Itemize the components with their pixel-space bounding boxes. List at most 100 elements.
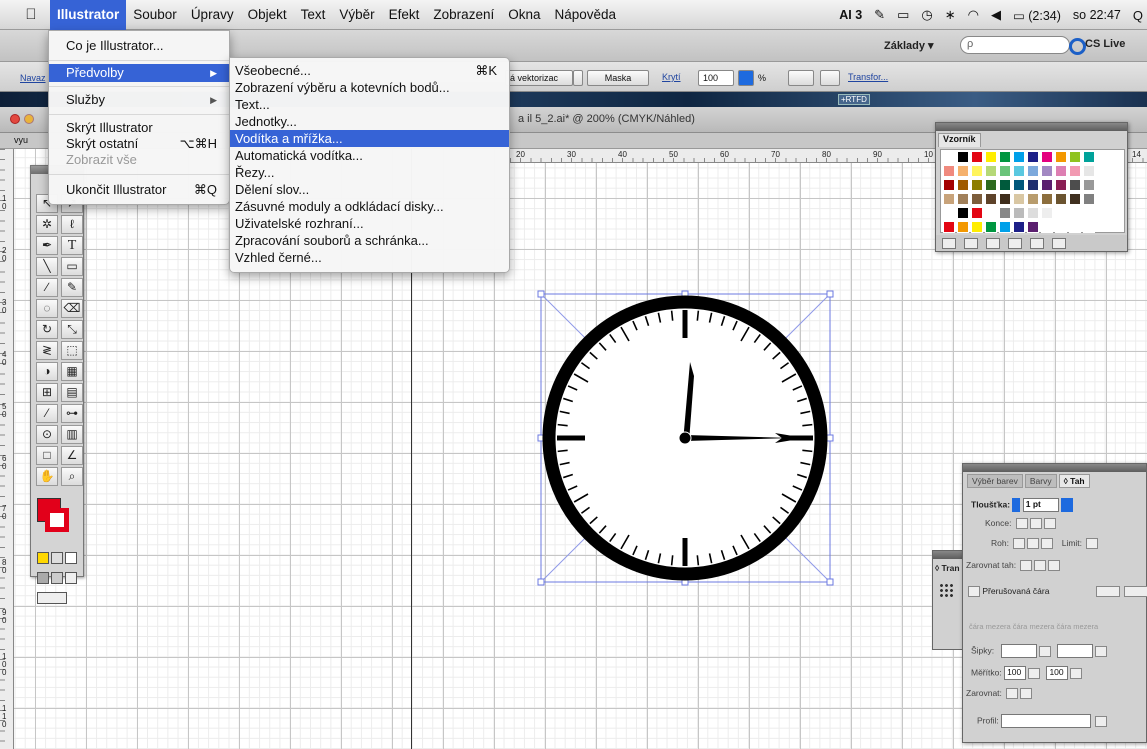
- tab-vzornik[interactable]: Vzorník: [938, 133, 981, 147]
- gradient-tool-icon[interactable]: ▤: [61, 383, 83, 402]
- menu-item-services[interactable]: Služby ▶: [49, 91, 229, 109]
- wifi-icon[interactable]: ◠: [968, 7, 979, 23]
- dash-align-icon[interactable]: [1124, 586, 1147, 598]
- bevel-join-icon[interactable]: [1041, 538, 1054, 550]
- panel-header[interactable]: [933, 551, 963, 559]
- menu-item-selection-display[interactable]: Zobrazení výběru a kotevních bodů...: [230, 79, 509, 96]
- transform-link[interactable]: Transfor...: [848, 72, 888, 82]
- stroke-swatch[interactable]: [45, 508, 69, 532]
- color-swatch[interactable]: [1055, 179, 1067, 191]
- color-swatch[interactable]: [985, 179, 997, 191]
- document-tab[interactable]: vyu: [14, 135, 28, 145]
- eyedropper-tool-icon[interactable]: ⁄: [36, 404, 58, 423]
- new-swatch-icon[interactable]: [1030, 237, 1044, 249]
- eraser-tool-icon[interactable]: ⌫: [61, 299, 83, 318]
- menu-zobrazeni[interactable]: Zobrazení: [426, 0, 501, 30]
- reference-point-icon[interactable]: [939, 583, 953, 597]
- align-center-icon[interactable]: [1020, 560, 1033, 572]
- menu-item-preferences[interactable]: Předvolby ▶: [49, 64, 229, 82]
- delete-swatch-icon[interactable]: [1052, 237, 1066, 249]
- recolor-button[interactable]: [788, 70, 814, 86]
- dashed-line-checkbox[interactable]: [968, 586, 980, 598]
- color-swatch[interactable]: [1041, 193, 1053, 205]
- color-swatch[interactable]: [1013, 179, 1025, 191]
- apple-icon[interactable]: : [20, 6, 42, 23]
- vectorize-preset[interactable]: á vektorizac: [505, 70, 573, 86]
- scale-start-dropdown[interactable]: [1028, 667, 1041, 679]
- menu-text[interactable]: Text: [294, 0, 333, 30]
- panel-header[interactable]: [963, 464, 1146, 472]
- slice-tool-icon[interactable]: ∠: [61, 446, 83, 465]
- color-swatch[interactable]: [985, 193, 997, 205]
- swatch-library-icon[interactable]: [942, 237, 956, 249]
- menu-item-slices[interactable]: Řezy...: [230, 164, 509, 181]
- type-tool-icon[interactable]: T: [61, 236, 83, 255]
- menu-item-plugins[interactable]: Zásuvné moduly a odkládací disky...: [230, 198, 509, 215]
- color-swatch[interactable]: [943, 207, 955, 219]
- close-window-icon[interactable]: [10, 114, 20, 124]
- color-swatch[interactable]: [1069, 151, 1081, 163]
- search-input[interactable]: ρ: [960, 36, 1070, 54]
- color-swatch[interactable]: [1013, 193, 1025, 205]
- color-swatch[interactable]: [1083, 221, 1095, 233]
- color-swatch[interactable]: [1069, 165, 1081, 177]
- color-swatch[interactable]: [1055, 221, 1067, 233]
- color-swatch[interactable]: [1041, 221, 1053, 233]
- display-icon[interactable]: ▭: [897, 7, 909, 23]
- color-mode-icon[interactable]: [37, 552, 49, 564]
- color-swatch[interactable]: [999, 221, 1011, 233]
- color-swatch[interactable]: [1041, 207, 1053, 219]
- color-swatch[interactable]: [1055, 207, 1067, 219]
- free-transform-tool-icon[interactable]: ⬚: [61, 341, 83, 360]
- blob-brush-tool-icon[interactable]: ◌: [36, 299, 58, 318]
- mask-button[interactable]: Maska: [587, 70, 649, 86]
- workspace-switcher[interactable]: Základy ▾: [884, 39, 934, 52]
- cs-live-button[interactable]: CS Live: [1068, 38, 1125, 55]
- color-swatch[interactable]: [943, 179, 955, 191]
- clock-artwork[interactable]: [537, 290, 837, 590]
- screen-mode-icon[interactable]: [37, 592, 67, 604]
- color-swatch[interactable]: [985, 221, 997, 233]
- paintbrush-tool-icon[interactable]: ∕: [36, 278, 58, 297]
- color-swatch[interactable]: [971, 165, 983, 177]
- weight-stepper[interactable]: [1012, 498, 1021, 512]
- color-swatch[interactable]: [943, 165, 955, 177]
- color-swatch[interactable]: [971, 221, 983, 233]
- arrow-align-beyond-icon[interactable]: [1006, 688, 1019, 700]
- color-swatch[interactable]: [1083, 179, 1095, 191]
- scale-start-field[interactable]: 100: [1004, 666, 1027, 680]
- menu-item-general[interactable]: Všeobecné... ⌘K: [230, 62, 509, 79]
- arrow-align-at-icon[interactable]: [1020, 688, 1033, 700]
- menu-napoveda[interactable]: Nápověda: [548, 0, 624, 30]
- tab-color-guide[interactable]: Výběr barev: [967, 474, 1023, 488]
- align-outside-icon[interactable]: [1048, 560, 1061, 572]
- arrow-start-dropdown[interactable]: [1038, 645, 1051, 657]
- color-swatch[interactable]: [1027, 221, 1039, 233]
- menu-okna[interactable]: Okna: [501, 0, 547, 30]
- menu-illustrator[interactable]: Illustrator: [50, 0, 127, 30]
- color-swatch[interactable]: [1027, 179, 1039, 191]
- menu-item-guides-grid[interactable]: Vodítka a mřížka...: [230, 130, 509, 147]
- square-cap-icon[interactable]: [1043, 518, 1056, 530]
- color-swatch[interactable]: [1055, 193, 1067, 205]
- pencil-tool-icon[interactable]: ✎: [61, 278, 83, 297]
- rectangle-tool-icon[interactable]: ▭: [61, 257, 83, 276]
- align-button[interactable]: [820, 70, 840, 86]
- line-tool-icon[interactable]: ╲: [36, 257, 58, 276]
- color-swatch[interactable]: [971, 207, 983, 219]
- swatch-options-icon[interactable]: [986, 237, 1000, 249]
- perspective-grid-tool-icon[interactable]: ▦: [61, 362, 83, 381]
- color-swatch[interactable]: [1041, 151, 1053, 163]
- color-swatch[interactable]: [1083, 207, 1095, 219]
- draw-inside-icon[interactable]: [65, 572, 77, 584]
- lasso-tool-icon[interactable]: ℓ: [61, 215, 83, 234]
- color-swatch[interactable]: [985, 207, 997, 219]
- round-cap-icon[interactable]: [1029, 518, 1042, 530]
- color-swatch[interactable]: [943, 151, 955, 163]
- clock[interactable]: so 22:47: [1073, 8, 1121, 22]
- menu-item-black-appearance[interactable]: Vzhled černé...: [230, 249, 509, 266]
- draw-behind-icon[interactable]: [51, 572, 63, 584]
- rotate-tool-icon[interactable]: ↻: [36, 320, 58, 339]
- tab-stroke[interactable]: ◊ Tah: [1058, 474, 1090, 488]
- scale-end-field[interactable]: 100: [1046, 666, 1069, 680]
